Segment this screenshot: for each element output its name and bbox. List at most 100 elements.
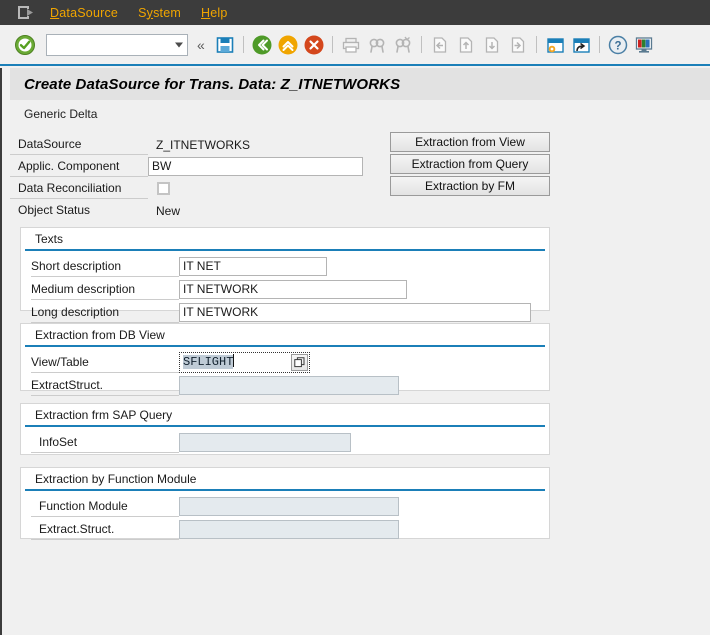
field-row-object-status: Object Status New	[10, 200, 710, 221]
label-datasource: DataSource	[10, 134, 148, 155]
next-page-icon[interactable]	[481, 34, 503, 56]
field-row-extract-struct-fm: Extract.Struct.	[21, 518, 549, 540]
menu-system-char: S	[138, 6, 147, 20]
toolbar-separator	[332, 36, 333, 53]
panel-extraction-from-sap-query: Extraction frm SAP Query InfoSet	[20, 403, 550, 455]
short-description-input[interactable]: IT NET	[179, 257, 327, 276]
panel-extraction-from-db-view: Extraction from DB View View/Table SFLIG…	[20, 323, 550, 391]
label-function-module: Function Module	[31, 496, 179, 517]
field-row-datasource: DataSource Z_ITNETWORKS	[10, 134, 710, 155]
screen-content: Create DataSource for Trans. Data: Z_ITN…	[0, 68, 710, 635]
extraction-from-query-button[interactable]: Extraction from Query	[390, 154, 550, 174]
field-row-long-description: Long description IT NETWORK	[21, 301, 549, 323]
field-row-function-module: Function Module	[21, 495, 549, 517]
long-description-input[interactable]: IT NETWORK	[179, 303, 531, 322]
label-short-description: Short description	[31, 256, 179, 277]
create-shortcut-icon[interactable]	[570, 34, 592, 56]
panel-extraction-from-sap-query-title: Extraction frm SAP Query	[25, 404, 545, 427]
extract-struct-input	[179, 520, 399, 539]
panel-extraction-from-sap-query-body: InfoSet	[21, 427, 549, 453]
label-medium-description: Medium description	[31, 279, 179, 300]
help-icon[interactable]: ?	[607, 34, 629, 56]
screen-title-band: Create DataSource for Trans. Data: Z_ITN…	[10, 68, 710, 100]
menu-bar: DataSource System Help	[0, 0, 710, 25]
svg-text:?: ?	[614, 40, 621, 52]
label-extract-struct: Extract.Struct.	[31, 519, 179, 540]
enter-ok-icon[interactable]	[14, 34, 36, 56]
label-applic-component: Applic. Component	[10, 156, 148, 177]
toolbar-separator	[421, 36, 422, 53]
field-row-infoset: InfoSet	[21, 431, 549, 453]
label-extractstruct: ExtractStruct.	[31, 375, 179, 396]
collapse-toolbar-icon[interactable]: «	[197, 38, 205, 52]
panel-texts: Texts Short description IT NET Medium de…	[20, 227, 550, 311]
infoset-input	[179, 433, 351, 452]
field-row-view-table: View/Table SFLIGHT	[21, 351, 549, 373]
back-icon[interactable]	[251, 34, 273, 56]
label-data-reconciliation: Data Reconciliation	[10, 178, 148, 199]
screen-subtitle-band: Generic Delta	[10, 100, 710, 128]
find-icon[interactable]	[366, 34, 388, 56]
menu-help-mnemonic: H	[201, 6, 210, 20]
field-row-medium-description: Medium description IT NETWORK	[21, 278, 549, 300]
label-infoset: InfoSet	[31, 432, 179, 453]
menu-datasource-mnemonic: D	[50, 6, 59, 20]
find-next-icon[interactable]	[392, 34, 414, 56]
extraction-button-group: Extraction from View Extraction from Que…	[390, 132, 550, 198]
menu-bar-filler	[238, 0, 710, 25]
field-row-applic-component: Applic. Component BW	[10, 156, 710, 177]
cancel-icon[interactable]	[303, 34, 325, 56]
function-module-input	[179, 497, 399, 516]
field-row-short-description: Short description IT NET	[21, 255, 549, 277]
toolbar-separator	[536, 36, 537, 53]
label-long-description: Long description	[31, 302, 179, 323]
panel-extraction-by-function-module: Extraction by Function Module Function M…	[20, 467, 550, 539]
label-view-table: View/Table	[31, 352, 179, 373]
value-help-icon[interactable]	[291, 354, 308, 371]
view-table-field-wrapper[interactable]: SFLIGHT	[179, 352, 310, 373]
panel-texts-title: Texts	[25, 228, 545, 251]
save-icon[interactable]	[214, 34, 236, 56]
command-field[interactable]	[46, 34, 188, 56]
last-page-icon[interactable]	[507, 34, 529, 56]
field-row-extract-struct: ExtractStruct.	[21, 374, 549, 396]
panel-extraction-from-db-view-title: Extraction from DB View	[25, 324, 545, 347]
toolbar-separator	[243, 36, 244, 53]
print-icon[interactable]	[340, 34, 362, 56]
view-table-input[interactable]: SFLIGHT	[181, 354, 291, 371]
create-session-icon[interactable]	[544, 34, 566, 56]
medium-description-input[interactable]: IT NETWORK	[179, 280, 407, 299]
header-form: DataSource Z_ITNETWORKS Applic. Componen…	[10, 128, 710, 221]
menu-help[interactable]: Help	[191, 6, 238, 20]
previous-page-icon[interactable]	[455, 34, 477, 56]
menu-datasource-char: S	[77, 6, 86, 20]
panel-extraction-by-function-module-title: Extraction by Function Module	[25, 468, 545, 491]
toolbar-separator	[599, 36, 600, 53]
subtitle-generic-delta: Generic Delta	[24, 107, 97, 121]
data-reconciliation-checkbox[interactable]	[157, 182, 170, 195]
menu-system[interactable]: System	[128, 6, 191, 20]
view-table-value: SFLIGHT	[183, 355, 233, 369]
value-datasource: Z_ITNETWORKS	[148, 135, 250, 155]
extraction-by-fm-button[interactable]: Extraction by FM	[390, 176, 550, 196]
value-object-status: New	[148, 201, 180, 221]
extraction-from-view-button[interactable]: Extraction from View	[390, 132, 550, 152]
menu-help-char: p	[220, 6, 227, 20]
first-page-icon[interactable]	[429, 34, 451, 56]
exit-door-icon[interactable]	[12, 5, 40, 20]
customize-layout-icon[interactable]	[633, 34, 655, 56]
menu-datasource-char: e	[111, 6, 118, 20]
extractstruct-input	[179, 376, 399, 395]
panel-extraction-by-function-module-body: Function Module Extract.Struct.	[21, 491, 549, 540]
menu-datasource-char: o	[86, 6, 93, 20]
label-object-status: Object Status	[10, 200, 148, 221]
exit-icon[interactable]	[277, 34, 299, 56]
panel-extraction-from-db-view-body: View/Table SFLIGHT ExtractStruct.	[21, 347, 549, 396]
applic-component-input[interactable]: BW	[148, 157, 363, 176]
chevron-down-icon[interactable]	[175, 42, 183, 47]
application-toolbar: «	[0, 25, 710, 66]
panel-texts-body: Short description IT NET Medium descript…	[21, 251, 549, 323]
menu-system-char: m	[170, 6, 181, 20]
menu-datasource[interactable]: DataSource	[40, 6, 128, 20]
page-title: Create DataSource for Trans. Data: Z_ITN…	[24, 76, 400, 93]
